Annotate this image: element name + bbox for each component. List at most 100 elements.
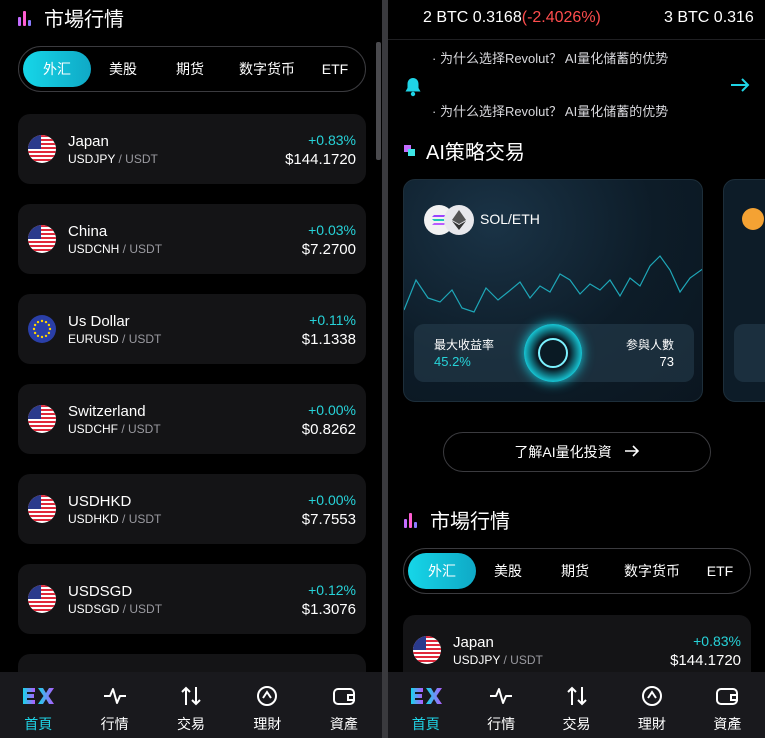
section-title: 市場行情 [430, 511, 510, 533]
notice-bar[interactable]: · 为什么选择Revolut？ AI量化储蓄的优势 · 为什么选择Revolut… [388, 41, 765, 121]
nav-item-ex-logo[interactable]: 首頁 [388, 672, 463, 738]
market-price: $7.7553 [301, 511, 356, 528]
market-pair: USDCNH / USDT [68, 242, 163, 256]
tab-etf[interactable]: ETF [309, 51, 361, 87]
market-name: Switzerland [68, 403, 146, 420]
eth-coin-icon [444, 205, 474, 235]
tab-crypto[interactable]: 数字货币 [225, 51, 309, 87]
tab-us-stocks[interactable]: 美股 [91, 51, 155, 87]
market-change: +0.12% [308, 582, 356, 598]
us-flag-icon [28, 135, 56, 163]
list-item[interactable]: USDSGD USDSGD / USDT +0.12% $1.3076 [18, 564, 366, 634]
market-change: +0.83% [308, 132, 356, 148]
market-name: China [68, 223, 108, 240]
nav-item-swap-arrows[interactable]: 交易 [539, 672, 614, 738]
market-change: +0.00% [308, 492, 356, 508]
nav-label: 交易 [177, 716, 206, 732]
wallet-icon [332, 684, 356, 708]
max-return-value: 45.2% [434, 354, 471, 369]
list-item[interactable]: Japan USDJPY / USDT +0.83% $144.1720 [18, 114, 366, 184]
pair-icons [424, 205, 474, 235]
market-price: $1.1338 [301, 331, 356, 348]
nav-item-swap-arrows[interactable]: 交易 [153, 672, 229, 738]
market-tabs: 外汇 美股 期货 数字货币 ETF [403, 548, 751, 594]
tab-forex[interactable]: 外汇 [408, 553, 476, 589]
ex-logo-icon [409, 684, 443, 708]
market-price: $7.2700 [301, 241, 356, 258]
eu-flag-icon [28, 315, 56, 343]
tab-etf[interactable]: ETF [694, 553, 746, 589]
list-item[interactable]: Switzerland USDCHF / USDT +0.00% $0.8262 [18, 384, 366, 454]
us-flag-icon [28, 405, 56, 433]
tab-futures[interactable]: 期货 [540, 553, 610, 589]
ticker-change: (-2.4026%) [521, 9, 601, 26]
tab-futures[interactable]: 期货 [155, 51, 225, 87]
nav-item-pulse[interactable]: 行情 [463, 672, 538, 738]
list-item[interactable]: USDHKD USDHKD / USDT +0.00% $7.7553 [18, 474, 366, 544]
finance-icon [256, 684, 278, 708]
scrollbar[interactable] [376, 42, 381, 160]
ex-logo-icon [21, 684, 55, 708]
list-item[interactable]: Us Dollar EURUSD / USDT +0.11% $1.1338 [18, 294, 366, 364]
bar-chart-icon [18, 10, 34, 26]
market-section-header: 市場行情 [404, 505, 510, 534]
nav-label: 首頁 [24, 716, 53, 732]
tab-crypto[interactable]: 数字货币 [610, 553, 694, 589]
market-price: $144.1720 [285, 151, 356, 168]
ticker-item: 3 BTC 0.316 [664, 9, 754, 26]
nav-label: 理財 [637, 716, 666, 732]
learn-ai-label: 了解AI量化投資 [514, 444, 612, 460]
nav-item-pulse[interactable]: 行情 [76, 672, 152, 738]
notice-text: · 为什么选择Revolut？ AI量化储蓄的优势 [432, 104, 669, 119]
learn-ai-button[interactable]: 了解AI量化投資 [443, 432, 711, 472]
nav-item-ex-logo[interactable]: 首頁 [0, 672, 76, 738]
us-flag-icon [28, 225, 56, 253]
nav-item-wallet[interactable]: 資產 [306, 672, 382, 738]
market-pair: EURUSD / USDT [68, 332, 162, 346]
nav-item-finance[interactable]: 理財 [614, 672, 689, 738]
market-pair: USDHKD / USDT [68, 512, 162, 526]
nav-label: 理財 [253, 716, 282, 732]
ai-strategy-card[interactable]: SOL/ETH 最大收益率 45.2% 参與人數 73 [403, 179, 703, 402]
market-pair: USDSGD / USDT [68, 602, 163, 616]
ai-strategy-card-next[interactable] [723, 179, 765, 402]
market-section-header: 市場行情 [18, 3, 124, 32]
wallet-icon [715, 684, 739, 708]
market-price: $144.1720 [670, 652, 741, 669]
pulse-icon [489, 684, 513, 708]
section-title: 市場行情 [44, 9, 124, 31]
market-change: +0.00% [308, 402, 356, 418]
nav-label: 資產 [713, 716, 742, 732]
list-item[interactable]: China USDCNH / USDT +0.03% $7.2700 [18, 204, 366, 274]
bar-chart-icon [404, 512, 420, 528]
market-name: USDSGD [68, 583, 133, 600]
ai-section-header: AI策略交易 [404, 136, 525, 165]
bell-icon [404, 77, 422, 102]
nav-label: 行情 [487, 716, 516, 732]
right-screen: 2 BTC 0.3168(-2.4026%) 3 BTC 0.316 · 为什么… [388, 0, 765, 738]
nav-item-finance[interactable]: 理財 [229, 672, 305, 738]
price-ticker[interactable]: 2 BTC 0.3168(-2.4026%) 3 BTC 0.316 [388, 0, 765, 40]
us-flag-icon [28, 495, 56, 523]
swap-arrows-icon [566, 684, 588, 708]
market-price: $1.3076 [301, 601, 356, 618]
nav-label: 行情 [100, 716, 129, 732]
left-screen: 市場行情 外汇 美股 期货 数字货币 ETF Japan USDJPY / USD… [0, 0, 382, 738]
ai-strategy-icon [404, 144, 416, 157]
market-pair: USDJPY / USDT [453, 653, 543, 667]
pair-name: SOL/ETH [480, 211, 540, 227]
swap-arrows-icon [180, 684, 202, 708]
pulse-icon [103, 684, 127, 708]
participants-value: 73 [659, 354, 674, 369]
market-pair: USDJPY / USDT [68, 152, 158, 166]
nav-item-wallet[interactable]: 資產 [690, 672, 765, 738]
market-price: $0.8262 [301, 421, 356, 438]
nav-label: 資產 [329, 716, 358, 732]
market-change: +0.83% [693, 633, 741, 649]
arrow-right-icon [624, 444, 640, 460]
notice-text-prev: · 为什么选择Revolut？ AI量化储蓄的优势 [432, 51, 669, 66]
arrow-right-icon[interactable] [730, 77, 750, 98]
tab-us-stocks[interactable]: 美股 [476, 553, 540, 589]
market-name: USDHKD [68, 493, 132, 510]
tab-forex[interactable]: 外汇 [23, 51, 91, 87]
